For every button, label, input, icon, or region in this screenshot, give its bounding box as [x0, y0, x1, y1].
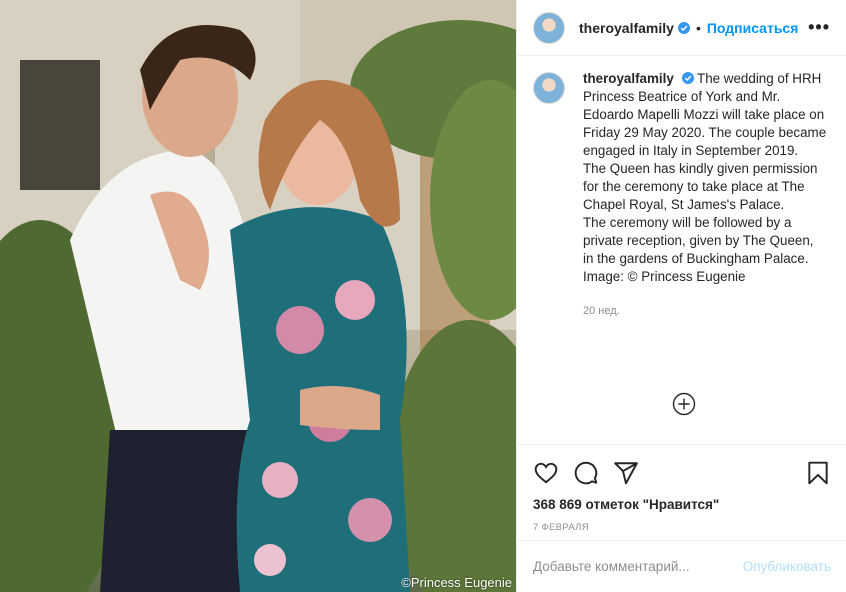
- share-icon[interactable]: [613, 460, 639, 486]
- caption-body: theroyalfamily The wedding of HRH Prince…: [583, 70, 827, 320]
- header-separator: •: [695, 19, 701, 36]
- follow-button[interactable]: Подписаться: [707, 20, 799, 36]
- caption-timestamp[interactable]: 20 нед.: [583, 302, 827, 320]
- comment-input[interactable]: [533, 559, 743, 574]
- post-sidebar: theroyalfamily • Подписаться ••• theroya…: [516, 0, 846, 592]
- action-icons: [533, 453, 831, 493]
- caption-paragraph-2: The Queen has kindly given permission fo…: [583, 161, 818, 212]
- photo-credit: ©Princess Eugenie: [401, 575, 512, 590]
- caption-paragraph-3: The ceremony will be followed by a priva…: [583, 215, 814, 266]
- post-photo[interactable]: ©Princess Eugenie: [0, 0, 516, 592]
- verified-badge-icon: [681, 72, 694, 84]
- verified-badge-icon: [677, 21, 690, 34]
- publish-button[interactable]: Опубликовать: [743, 559, 831, 574]
- heart-icon[interactable]: [533, 460, 559, 486]
- post-caption: theroyalfamily The wedding of HRH Prince…: [517, 56, 846, 320]
- caption-avatar[interactable]: [533, 72, 565, 104]
- bookmark-icon[interactable]: [805, 460, 831, 486]
- photo-illustration: [0, 0, 516, 592]
- load-more-comments-icon[interactable]: [672, 392, 696, 416]
- caption-paragraph-1: theroyalfamily The wedding of HRH Prince…: [583, 70, 827, 160]
- post-date[interactable]: 7 ФЕВРАЛЯ: [533, 522, 831, 533]
- comment-form: Опубликовать: [517, 540, 846, 592]
- username-link[interactable]: theroyalfamily: [579, 20, 674, 36]
- post-header: theroyalfamily • Подписаться •••: [517, 0, 846, 56]
- caption-username-link[interactable]: theroyalfamily: [583, 71, 674, 86]
- avatar[interactable]: [533, 11, 565, 44]
- likes-count[interactable]: 368 869 отметок "Нравится": [533, 497, 831, 512]
- caption-paragraph-4: Image: © Princess Eugenie: [583, 269, 746, 284]
- more-options-icon[interactable]: •••: [808, 17, 830, 38]
- post-actions: 368 869 отметок "Нравится" 7 ФЕВРАЛЯ: [517, 444, 846, 533]
- comment-icon[interactable]: [573, 460, 599, 486]
